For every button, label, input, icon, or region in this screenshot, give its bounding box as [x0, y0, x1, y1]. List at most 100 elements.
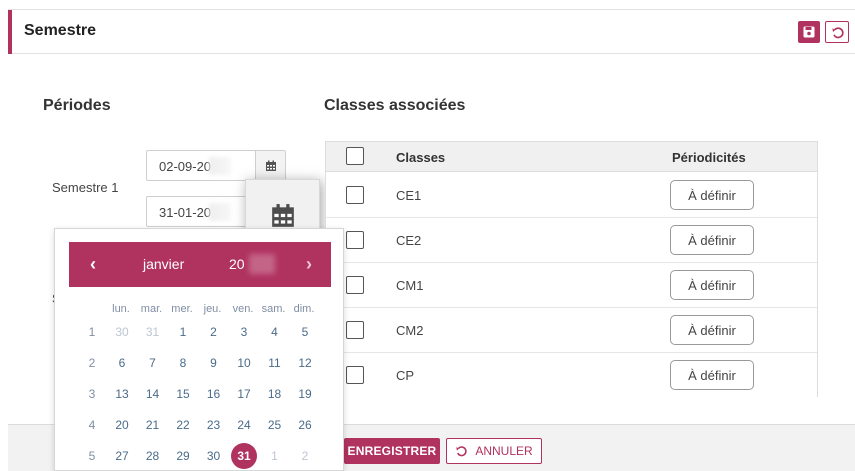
day-cell[interactable]: 29: [170, 443, 196, 469]
day-cell[interactable]: 2: [201, 319, 227, 345]
define-periodicity-button[interactable]: À définir: [670, 180, 754, 210]
class-name: CM2: [396, 323, 424, 338]
class-name: CP: [396, 368, 415, 383]
day-cell[interactable]: 27: [109, 443, 135, 469]
date-value: 31-01-20: [159, 205, 212, 220]
day-cell[interactable]: 25: [262, 412, 288, 438]
calendar-icon: [271, 204, 294, 227]
periods-title: Périodes: [43, 97, 111, 114]
table-row: CE1 À définir: [326, 173, 817, 218]
day-cell[interactable]: 11: [262, 350, 288, 376]
table-row: CM1 À définir: [326, 263, 817, 308]
day-cell[interactable]: 13: [109, 381, 135, 407]
column-header-periodicites: Périodicités: [672, 150, 746, 165]
calendar-button[interactable]: [255, 151, 285, 180]
day-cell[interactable]: 5: [292, 319, 318, 345]
cancel-button[interactable]: ANNULER: [446, 438, 542, 464]
weekday-header: ven.: [232, 303, 254, 315]
day-cell[interactable]: 19: [292, 381, 318, 407]
class-name: CM1: [396, 278, 424, 293]
cancel-label: ANNULER: [475, 444, 533, 458]
weekday-header: mar.: [140, 303, 163, 315]
day-cell[interactable]: 10: [231, 350, 257, 376]
day-cell[interactable]: 17: [231, 381, 257, 407]
save-icon-button[interactable]: [798, 21, 820, 43]
day-cell[interactable]: 30: [201, 443, 227, 469]
day-cell[interactable]: 22: [170, 412, 196, 438]
day-cell[interactable]: 15: [170, 381, 196, 407]
save-button[interactable]: ENREGISTRER: [344, 438, 440, 464]
day-cell[interactable]: 23: [201, 412, 227, 438]
class-name: CE2: [396, 233, 422, 248]
day-cell[interactable]: 24: [231, 412, 257, 438]
table-header: Classes Périodicités: [326, 142, 817, 172]
week-number: 1: [88, 325, 96, 339]
semester1-start-date-field[interactable]: 02-09-20: [146, 150, 286, 181]
day-cell[interactable]: 1: [262, 443, 288, 469]
row-checkbox[interactable]: [346, 276, 364, 294]
day-cell[interactable]: 8: [170, 350, 196, 376]
day-cell[interactable]: 7: [140, 350, 166, 376]
calendar-icon: [265, 160, 276, 171]
weekday-header: sam.: [261, 303, 286, 315]
weekday-header: jeu.: [203, 303, 222, 315]
select-all-checkbox[interactable]: [346, 147, 364, 165]
undo-icon: [456, 446, 467, 457]
day-cell[interactable]: 21: [140, 412, 166, 438]
next-month-button[interactable]: ›: [299, 254, 319, 275]
undo-icon: [831, 26, 844, 38]
day-cell[interactable]: 16: [201, 381, 227, 407]
datepicker-month[interactable]: janvier: [143, 256, 184, 272]
day-cell[interactable]: 14: [140, 381, 166, 407]
page-header: Semestre: [8, 9, 855, 54]
class-name: CE1: [396, 188, 422, 203]
classes-table: Classes Périodicités CE1 À définir CE2 À…: [325, 141, 818, 398]
day-cell[interactable]: 6: [109, 350, 135, 376]
day-cell[interactable]: 1: [170, 319, 196, 345]
table-row: CM2 À définir: [326, 308, 817, 353]
undo-icon-button[interactable]: [825, 21, 849, 43]
day-cell[interactable]: 2: [292, 443, 318, 469]
row-checkbox[interactable]: [346, 321, 364, 339]
row-checkbox[interactable]: [346, 186, 364, 204]
redacted-year: [249, 254, 275, 274]
define-periodicity-button[interactable]: À définir: [670, 225, 754, 255]
semester1-label: Semestre 1: [52, 180, 119, 195]
previous-month-button[interactable]: ‹: [83, 254, 103, 275]
week-number: 4: [88, 418, 96, 432]
day-cell[interactable]: 9: [201, 350, 227, 376]
row-checkbox[interactable]: [346, 366, 364, 384]
datepicker-popup: ‹ janvier 20 › lun. mar. mer. jeu. ven. sam. d…: [54, 228, 344, 471]
day-cell[interactable]: 26: [292, 412, 318, 438]
page-title: Semestre: [24, 22, 97, 39]
day-cell[interactable]: 30: [109, 319, 135, 345]
floppy-icon: [803, 26, 815, 38]
week-number: 5: [88, 449, 96, 463]
day-cell[interactable]: 12: [292, 350, 318, 376]
datepicker-header: ‹ janvier 20 ›: [69, 242, 331, 287]
row-checkbox[interactable]: [346, 231, 364, 249]
day-cell[interactable]: 4: [262, 319, 288, 345]
redacted-year: [209, 203, 231, 221]
day-cell[interactable]: 3: [231, 319, 257, 345]
day-cell[interactable]: 31: [140, 319, 166, 345]
weekday-header: lun.: [112, 303, 130, 315]
weekday-header: dim.: [293, 303, 315, 315]
day-cell[interactable]: 20: [109, 412, 135, 438]
classes-title: Classes associées: [324, 97, 466, 114]
day-cell[interactable]: 18: [262, 381, 288, 407]
define-periodicity-button[interactable]: À définir: [670, 315, 754, 345]
define-periodicity-button[interactable]: À définir: [670, 360, 754, 390]
header-accent-bar: [8, 10, 12, 54]
column-header-classes: Classes: [396, 150, 446, 165]
datepicker-year[interactable]: 20: [229, 256, 245, 272]
table-row: CE2 À définir: [326, 218, 817, 263]
date-value: 02-09-20: [159, 159, 212, 174]
week-number: 3: [88, 387, 96, 401]
week-number: 2: [88, 356, 96, 370]
day-cell-selected[interactable]: 31: [231, 443, 257, 469]
weekday-header: mer.: [171, 303, 193, 315]
redacted-year: [209, 157, 231, 175]
day-cell[interactable]: 28: [140, 443, 166, 469]
define-periodicity-button[interactable]: À définir: [670, 270, 754, 300]
